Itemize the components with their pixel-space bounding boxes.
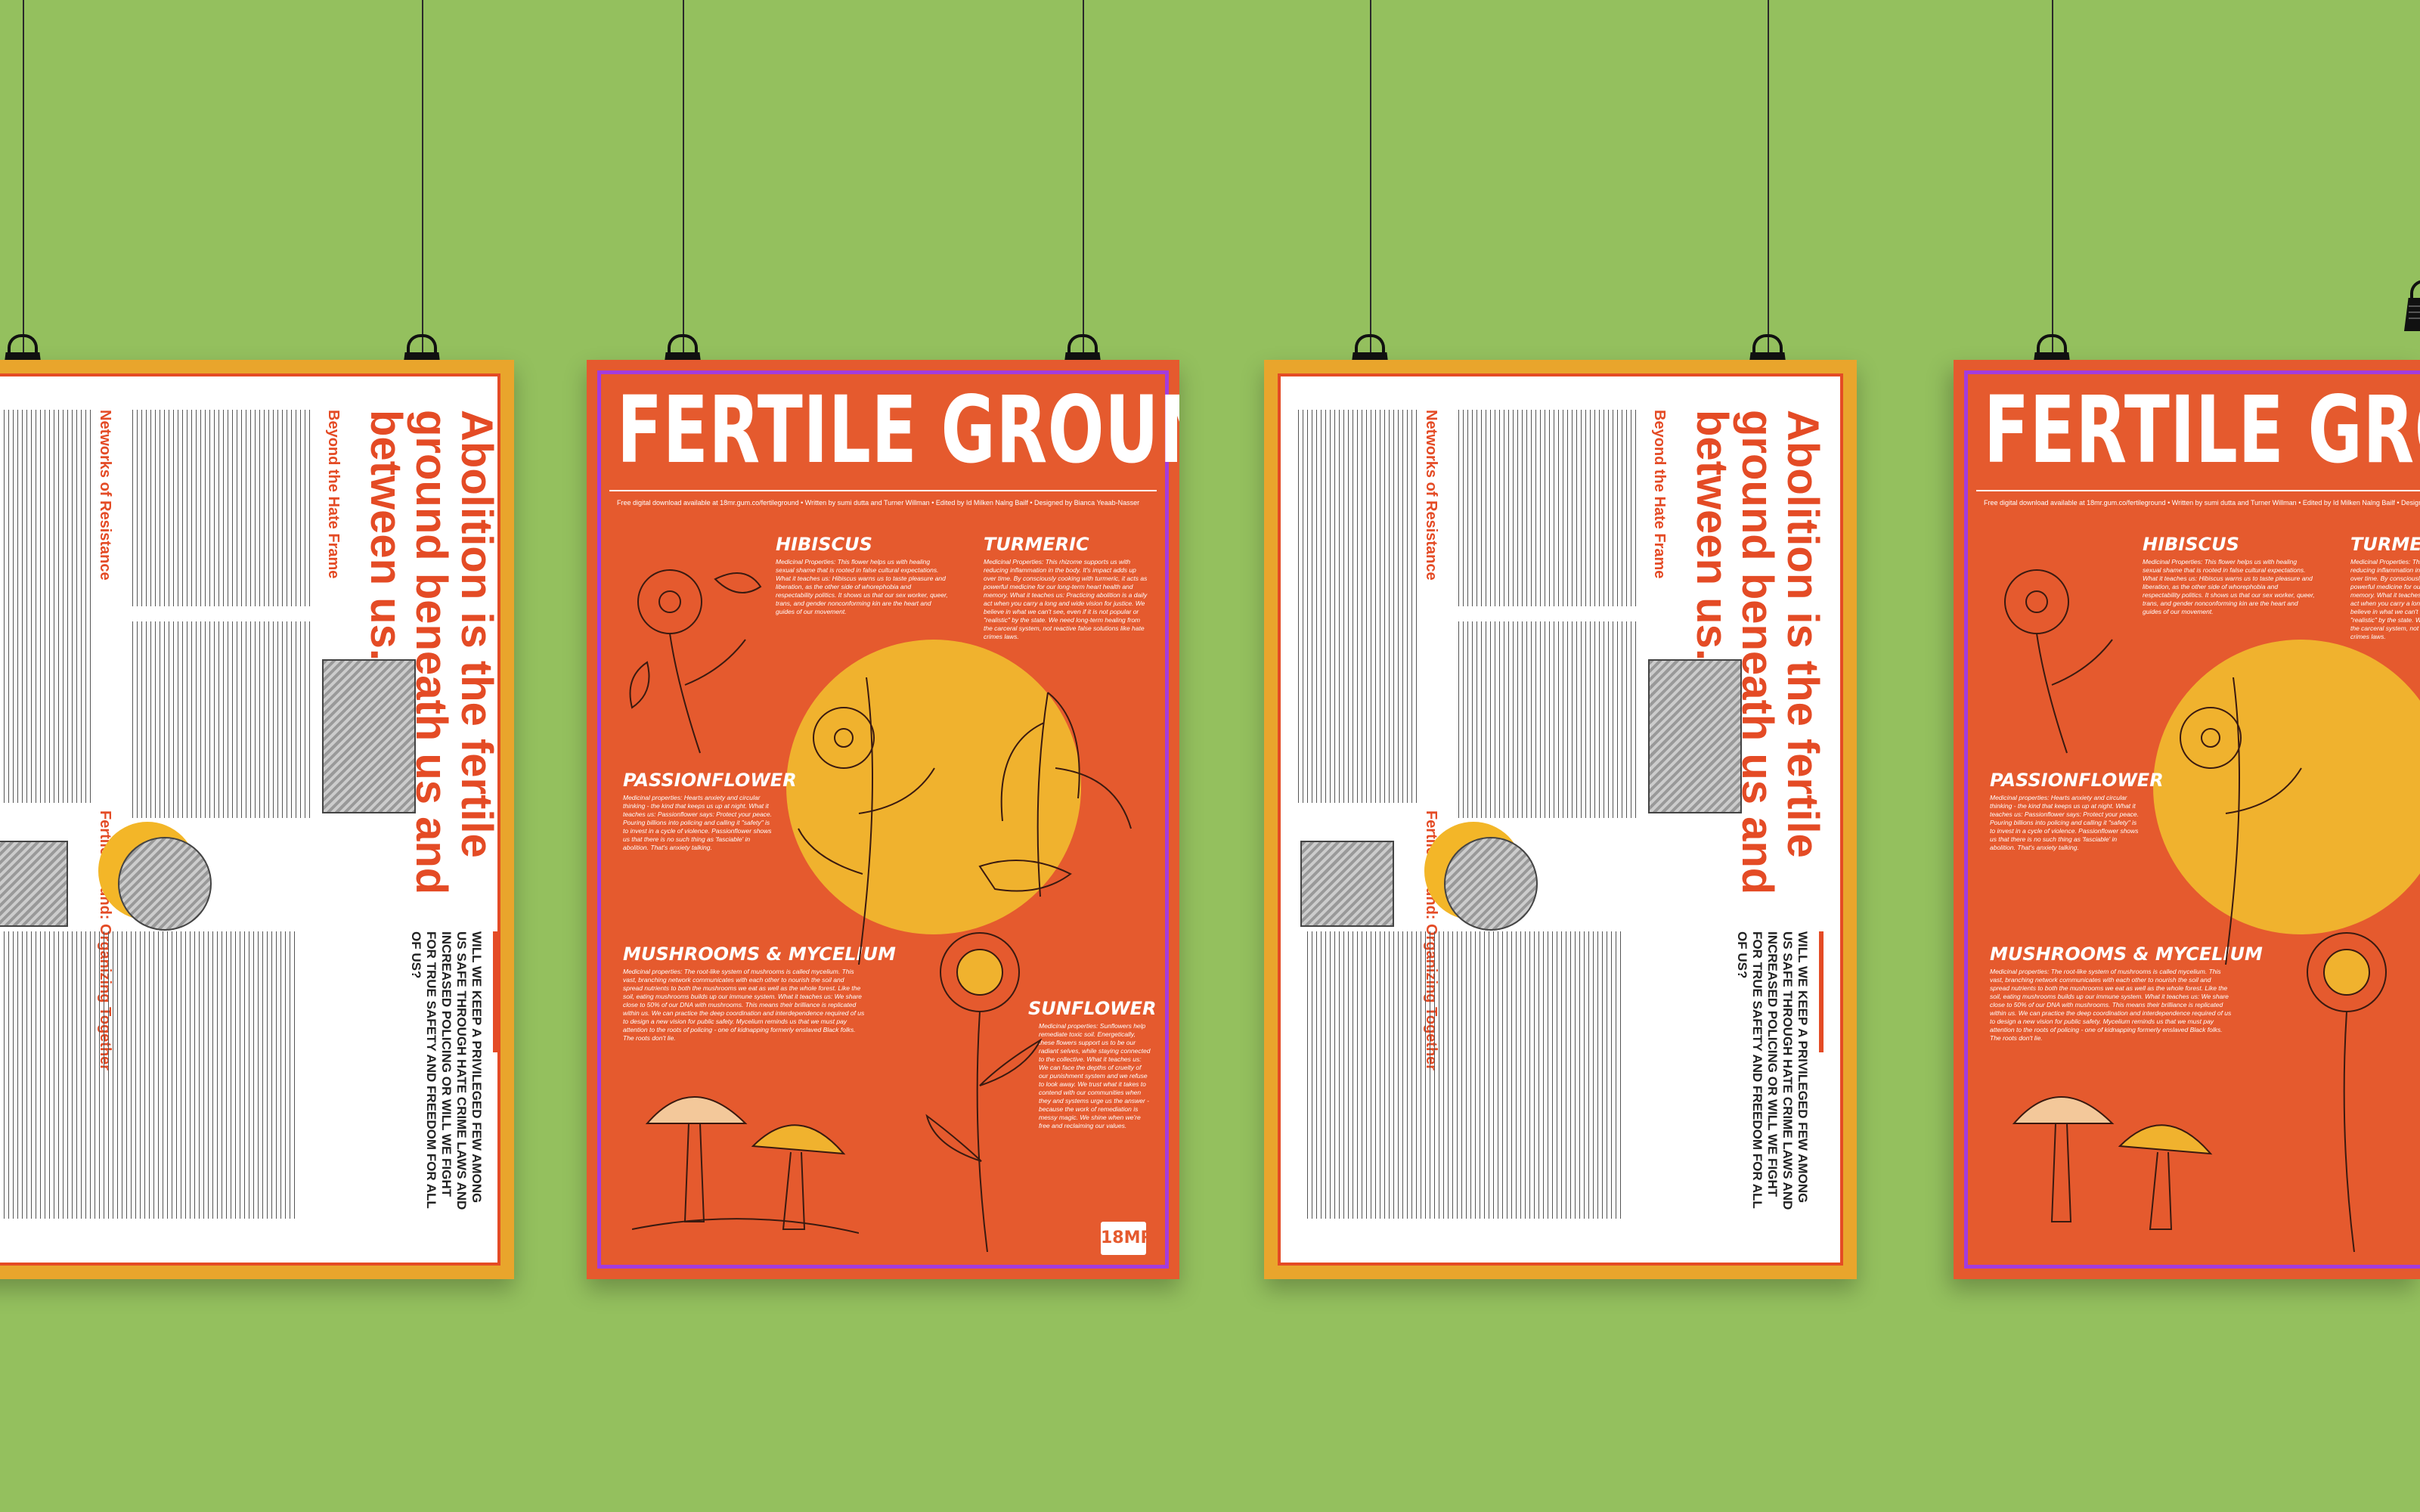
article-subhead: Beyond the Hate Frame [325,410,342,579]
body-column [1455,621,1636,818]
protest-photo-circle [1444,837,1538,931]
article-subhead: Networks of Resistance [97,410,113,581]
body-column [1303,931,1621,1219]
turmeric-illustration [978,692,1132,897]
plant-text-turmeric: Medicinal Properties: This rhizome suppo… [2350,558,2420,640]
hanging-wire [1768,0,1769,355]
binder-clip [2404,280,2420,331]
body-column [1296,410,1417,803]
mushroom-illustration [2012,1096,2213,1230]
plant-text-hibiscus: Medicinal Properties: This flower helps … [2143,558,2315,615]
title-rule [609,490,1157,491]
text-poster-2: Abolition is the fertile ground beneath … [1264,360,1857,1279]
protest-photo-bottom [0,841,68,927]
hanging-wire [1370,0,1371,355]
plant-title-passionflower: PASSIONFLOWER [623,770,797,791]
mushroom-illustration [632,1096,859,1234]
hibiscus-illustration [2004,569,2113,754]
body-column [0,931,295,1219]
text-poster-content: Abolition is the fertile ground beneath … [1278,373,1843,1266]
fertile-ground-poster-cropped: FERTILE GROUND Free digital download ava… [1954,360,2420,1279]
plant-title-turmeric: TURMERIC [984,534,1089,555]
fertile-ground-poster: FERTILE GROUND Free digital download ava… [587,360,1179,1279]
pull-quote: WILL WE KEEP A PRIVILEGED FEW AMONG US S… [409,931,484,1210]
hibiscus-illustration [629,569,762,754]
title-rule [1976,490,2420,491]
poster-title: FERTILE GROUND [1984,376,2420,484]
poster-credit: Free digital download available at 18mr.… [617,499,1140,507]
accent-bar [1819,931,1824,1052]
protest-photo [322,659,416,813]
plant-text-turmeric: Medicinal Properties: This rhizome suppo… [984,558,1148,640]
hanging-wire [683,0,684,355]
protest-photo [1648,659,1742,813]
plant-title-hibiscus: HIBISCUS [2143,534,2239,555]
plant-title-passionflower: PASSIONFLOWER [1990,770,2164,791]
text-poster-content: Abolition is the fertile ground beneath … [0,373,500,1266]
poster-title: FERTILE GROUND [617,376,1179,484]
rotated-article: Abolition is the fertile ground beneath … [1281,387,1840,1252]
hanging-wire [1083,0,1084,355]
article-subhead: Networks of Resistance [1423,410,1439,581]
sunflower-illustration [925,932,1043,1252]
pull-quote: WILL WE KEEP A PRIVILEGED FEW AMONG US S… [1735,931,1810,1210]
text-poster-1: Abolition is the fertile ground beneath … [0,360,514,1279]
plant-text-hibiscus: Medicinal Properties: This flower helps … [776,558,948,615]
logo-text: 18MR [1101,1228,1154,1247]
article-subhead: Beyond the Hate Frame [1651,410,1668,579]
plant-text-passionflower: Medicinal properties: Hearts anxiety and… [623,794,773,851]
body-column [0,410,91,803]
plant-text-passionflower: Medicinal properties: Hearts anxiety and… [1990,794,2140,851]
18mr-logo: 18MR [1101,1222,1154,1255]
rotated-article: Abolition is the fertile ground beneath … [0,387,497,1252]
protest-photo-bottom [1300,841,1394,927]
hanging-wire [422,0,423,355]
accent-bar [493,931,497,1052]
hanging-wire [2052,0,2053,355]
plant-text-mushrooms: Medicinal properties: The root-like syst… [623,968,865,1042]
plant-title-hibiscus: HIBISCUS [776,534,872,555]
body-column [129,621,310,818]
body-column [1455,410,1636,606]
plant-title-turmeric: TURMERIC [2350,534,2420,555]
hanging-wire [23,0,24,355]
sunflower-illustration [2307,932,2387,1252]
plant-text-sunflower: Medicinal properties: Sunflowers help re… [1039,1022,1151,1129]
body-column [129,410,310,606]
protest-photo-circle [118,837,212,931]
plant-text-mushrooms: Medicinal properties: The root-like syst… [1990,968,2232,1042]
poster-credit: Free digital download available at 18mr.… [1984,499,2420,507]
